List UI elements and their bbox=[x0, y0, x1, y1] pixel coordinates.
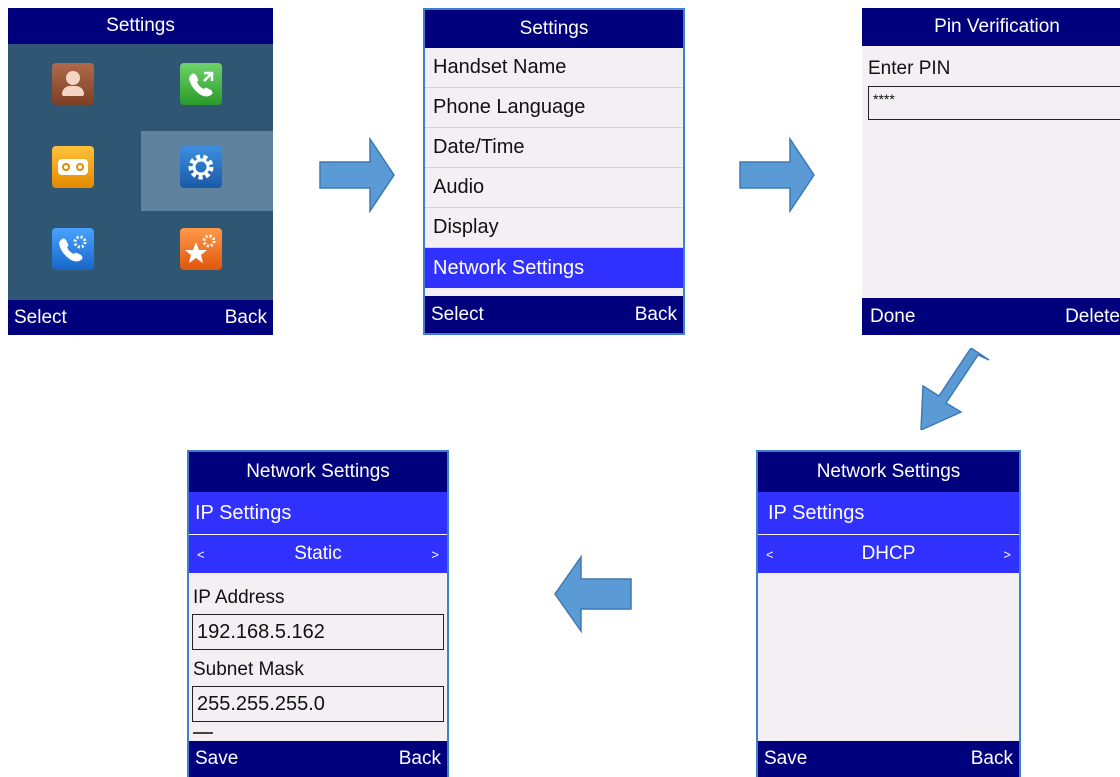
screen-title: Pin Verification bbox=[934, 16, 1060, 37]
pin-verification-screen: Pin Verification Enter PIN **** Done Del… bbox=[862, 8, 1120, 335]
settings-menu-list: Handset Name Phone Language Date/Time Au… bbox=[425, 48, 683, 288]
ip-address-field[interactable]: 192.168.5.162 bbox=[192, 614, 444, 650]
ip-mode-value: Static bbox=[294, 543, 342, 564]
ip-settings-header: IP Settings bbox=[758, 492, 1019, 534]
back-softkey[interactable]: Back bbox=[399, 748, 441, 770]
ip-settings-header: IP Settings bbox=[189, 492, 447, 534]
menu-item-handset-name[interactable]: Handset Name bbox=[425, 48, 683, 88]
screen-title-bar: Settings bbox=[425, 10, 683, 48]
ip-mode-value: DHCP bbox=[861, 543, 916, 564]
mode-next-arrow-icon[interactable]: > bbox=[1003, 547, 1011, 562]
subnet-mask-label: Subnet Mask bbox=[193, 659, 304, 680]
select-softkey[interactable]: Select bbox=[431, 304, 484, 326]
screen-title: Network Settings bbox=[816, 461, 961, 482]
menu-item-phone-language[interactable]: Phone Language bbox=[425, 88, 683, 128]
softkey-bar: Save Back bbox=[758, 741, 1019, 777]
softkey-bar: Select Back bbox=[8, 300, 273, 335]
voicemail-icon[interactable] bbox=[52, 146, 94, 188]
ip-mode-selector[interactable]: < DHCP > bbox=[758, 535, 1019, 573]
save-softkey[interactable]: Save bbox=[195, 748, 238, 770]
subnet-mask-field[interactable]: 255.255.255.0 bbox=[192, 686, 444, 722]
call-history-icon[interactable] bbox=[180, 63, 222, 105]
flow-arrow-right-icon bbox=[739, 137, 815, 213]
menu-item-audio[interactable]: Audio bbox=[425, 168, 683, 208]
pin-input[interactable]: **** bbox=[868, 86, 1120, 120]
screen-title: Settings bbox=[519, 18, 589, 39]
contacts-icon[interactable] bbox=[52, 63, 94, 105]
done-softkey[interactable]: Done bbox=[870, 306, 915, 328]
softkey-bar: Done Delete bbox=[862, 298, 1120, 335]
network-settings-static-screen: Network Settings IP Settings < Static > … bbox=[187, 450, 449, 777]
pin-prompt: Enter PIN bbox=[868, 58, 951, 79]
mode-prev-arrow-icon[interactable]: < bbox=[766, 547, 774, 562]
screen-title-bar: Network Settings bbox=[189, 452, 447, 492]
ip-settings-label: IP Settings bbox=[195, 501, 292, 524]
save-softkey[interactable]: Save bbox=[764, 748, 807, 770]
softkey-bar: Select Back bbox=[425, 296, 683, 333]
ip-mode-selector[interactable]: < Static > bbox=[189, 535, 447, 573]
screen-title-bar: Pin Verification bbox=[862, 8, 1120, 46]
flow-arrow-down-left-icon bbox=[920, 348, 990, 430]
mode-prev-arrow-icon[interactable]: < bbox=[197, 547, 205, 562]
menu-item-date-time[interactable]: Date/Time bbox=[425, 128, 683, 168]
settings-menu-screen: Settings Handset Name Phone Language Dat… bbox=[423, 8, 685, 335]
screen-title-bar: Settings bbox=[8, 8, 273, 44]
ip-address-label: IP Address bbox=[193, 587, 285, 608]
menu-item-display[interactable]: Display bbox=[425, 208, 683, 248]
screen-title: Network Settings bbox=[246, 461, 390, 482]
back-softkey[interactable]: Back bbox=[635, 304, 677, 326]
back-softkey[interactable]: Back bbox=[225, 307, 267, 329]
advanced-settings-icon[interactable] bbox=[180, 228, 222, 270]
ip-settings-label: IP Settings bbox=[768, 501, 865, 524]
settings-gear-icon[interactable] bbox=[180, 146, 222, 188]
settings-home-screen: Settings Select Back bbox=[8, 8, 273, 335]
flow-arrow-left-icon bbox=[554, 555, 632, 633]
network-settings-dhcp-screen: Network Settings IP Settings < DHCP > Sa… bbox=[756, 450, 1021, 777]
call-settings-icon[interactable] bbox=[52, 228, 94, 270]
delete-softkey[interactable]: Delete bbox=[1065, 306, 1120, 328]
softkey-bar: Save Back bbox=[189, 741, 447, 777]
menu-item-network-settings[interactable]: Network Settings bbox=[425, 248, 683, 288]
mode-next-arrow-icon[interactable]: > bbox=[431, 547, 439, 562]
back-softkey[interactable]: Back bbox=[971, 748, 1013, 770]
screen-title: Settings bbox=[106, 15, 175, 36]
select-softkey[interactable]: Select bbox=[14, 307, 67, 329]
screen-title-bar: Network Settings bbox=[758, 452, 1019, 492]
flow-arrow-right-icon bbox=[319, 137, 395, 213]
